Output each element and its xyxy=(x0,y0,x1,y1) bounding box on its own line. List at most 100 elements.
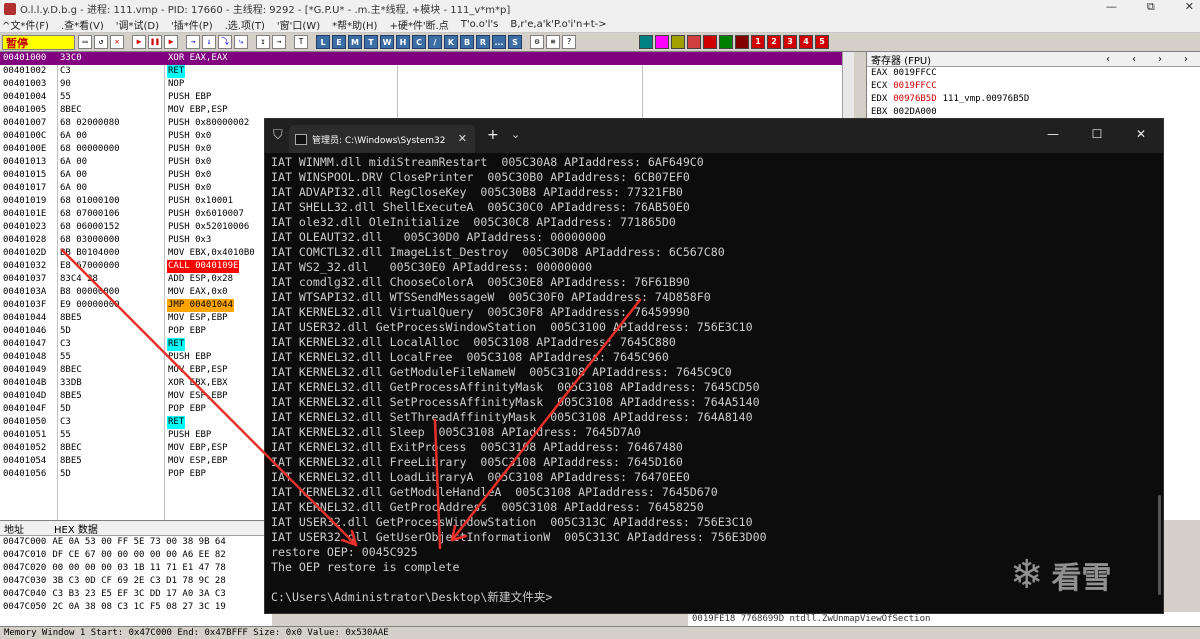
olly-close-button[interactable]: ✕ xyxy=(1185,0,1194,14)
menu-options[interactable]: .选.项(T) xyxy=(225,17,265,32)
menu-file[interactable]: ^文*件(F) xyxy=(2,17,49,32)
disasm-instruction: NOP xyxy=(168,79,185,89)
list-icon[interactable]: ≡ xyxy=(546,35,560,49)
hex-row[interactable]: 0047C030 3B C3 0D CF 69 2E C3 D1 78 9C 28 xyxy=(0,575,272,588)
bookmark-1[interactable]: 1 xyxy=(751,35,765,49)
step-into-icon[interactable]: → xyxy=(186,35,200,49)
plugin-icon-7[interactable] xyxy=(735,35,749,49)
animate-into-icon[interactable]: ⤵ xyxy=(218,35,232,49)
olly-restore-button[interactable]: ⧉ xyxy=(1147,0,1155,14)
tab-close-icon[interactable]: ✕ xyxy=(458,132,467,145)
tool-H-handles[interactable]: H xyxy=(396,35,410,49)
menu-debug[interactable]: '调*试(D) xyxy=(116,17,159,32)
disasm-address: 00401048 xyxy=(3,352,47,362)
tool-B-breakpoints[interactable]: B xyxy=(460,35,474,49)
olly-minimize-button[interactable]: — xyxy=(1106,0,1117,14)
menu-help[interactable]: *帮*助(H) xyxy=(332,17,377,32)
tool-E-modules[interactable]: E xyxy=(332,35,346,49)
pause-icon[interactable]: ❚❚ xyxy=(148,35,162,49)
tool-R-references[interactable]: R xyxy=(476,35,490,49)
tool-dots-trace[interactable]: ... xyxy=(492,35,506,49)
run-thread-icon[interactable]: ▶ xyxy=(164,35,178,49)
disasm-row[interactable]: 00401004 55 PUSH EBP xyxy=(0,91,842,104)
settings-icon[interactable]: ⚙ xyxy=(530,35,544,49)
disasm-row[interactable]: 00401003 90 NOP xyxy=(0,78,842,91)
tool-T-threads[interactable]: T xyxy=(364,35,378,49)
step-over-icon[interactable]: ↓ xyxy=(202,35,216,49)
disasm-instruction: PUSH EBP xyxy=(168,430,212,440)
disasm-instruction: MOV EAX,0x0 xyxy=(168,287,228,297)
terminal-window[interactable]: ⛉ 管理员: C:\Windows\System32 ✕ + ⌄ — ☐ ✕ I… xyxy=(264,118,1164,614)
animate-over-icon[interactable]: ⤷ xyxy=(234,35,248,49)
reg-prev-icon[interactable]: ‹ xyxy=(1106,54,1110,65)
terminal-tab[interactable]: 管理员: C:\Windows\System32 ✕ xyxy=(289,125,475,153)
disasm-row[interactable]: 00401002 C3 RET xyxy=(0,65,842,78)
hex-row[interactable]: 0047C040 C3 B3 23 E5 EF 3C DD 17 A0 3A C3 xyxy=(0,588,272,601)
hex-row[interactable]: 0047C020 00 00 00 00 03 1B 11 71 E1 47 78 xyxy=(0,562,272,575)
menu-breakpoint[interactable]: B,r'e,a'k'P.o'i'n+t-> xyxy=(510,19,606,30)
open-icon[interactable]: ▭ xyxy=(78,35,92,49)
terminal-line: IAT WINSPOOL.DRV ClosePrinter 005C30B0 A… xyxy=(271,170,690,184)
plugin-icon-2[interactable] xyxy=(655,35,669,49)
reg-next2-icon[interactable]: › xyxy=(1158,54,1162,65)
disasm-hex: BB B0104000 xyxy=(60,248,120,258)
tool-slash-patches[interactable]: / xyxy=(428,35,442,49)
disasm-address: 00401023 xyxy=(3,222,47,232)
menu-tools[interactable]: T'o.o'l's xyxy=(461,19,499,30)
reg-next-icon[interactable]: ‹ xyxy=(1132,54,1136,65)
terminal-tabbar: ⛉ 管理员: C:\Windows\System32 ✕ + ⌄ — ☐ ✕ xyxy=(265,119,1163,153)
plugin-icon-5[interactable] xyxy=(703,35,717,49)
hex-row[interactable]: 0047C010 DF CE 67 00 00 00 00 00 A6 EE 82 xyxy=(0,549,272,562)
bookmark-5[interactable]: 5 xyxy=(815,35,829,49)
close-program-icon[interactable]: ✕ xyxy=(110,35,124,49)
disasm-hex: 55 xyxy=(60,430,71,440)
tool-K-callstack[interactable]: K xyxy=(444,35,458,49)
goto-icon[interactable]: → xyxy=(272,35,286,49)
disasm-address: 00401028 xyxy=(3,235,47,245)
hex-row[interactable]: 0047C000 AE 0A 53 00 FF 5E 73 00 38 9B 64 xyxy=(0,536,272,549)
disasm-instruction: MOV ESP,EBP xyxy=(168,456,228,466)
tab-dropdown-button[interactable]: ⌄ xyxy=(511,128,520,141)
help-icon[interactable]: ? xyxy=(562,35,576,49)
menu-plugins[interactable]: '插*件(P) xyxy=(171,17,213,32)
terminal-close-button[interactable]: ✕ xyxy=(1119,119,1163,149)
terminal-scrollbar[interactable] xyxy=(1157,155,1161,611)
register-row[interactable]: EDX 00976B5D 111_vmp.00976B5D xyxy=(867,93,1200,106)
terminal-output[interactable]: IAT WINMM.dll midiStreamRestart 005C30A8… xyxy=(271,155,1131,611)
hex-dump-pane[interactable]: 地址 HEX 数据 0047C000 AE 0A 53 00 FF 5E 73 0… xyxy=(0,520,272,626)
tool-L-log[interactable]: L xyxy=(316,35,330,49)
trace-icon[interactable]: T xyxy=(294,35,308,49)
menu-view[interactable]: .查*看(V) xyxy=(61,17,104,32)
terminal-minimize-button[interactable]: — xyxy=(1031,119,1075,149)
plugin-icon-6[interactable] xyxy=(719,35,733,49)
reg-last-icon[interactable]: › xyxy=(1184,54,1188,65)
disasm-address: 00401044 xyxy=(3,313,47,323)
tool-W-windows[interactable]: W xyxy=(380,35,394,49)
terminal-line: The OEP restore is complete xyxy=(271,560,460,574)
plugin-icon-1[interactable] xyxy=(639,35,653,49)
new-tab-button[interactable]: + xyxy=(487,127,499,143)
stack-pane[interactable]: 0019FE18 7768699D ntdll.ZwUnmapViewOfSec… xyxy=(688,612,1200,626)
hex-row[interactable]: 0047C050 2C 0A 38 08 C3 1C F5 08 27 3C 19 xyxy=(0,601,272,614)
disasm-instruction: MOV EBX,0x4010B0 xyxy=(168,248,255,258)
tool-M-memory[interactable]: M xyxy=(348,35,362,49)
disasm-row[interactable]: 00401005 8BEC MOV EBP,ESP xyxy=(0,104,842,117)
disasm-row[interactable]: 00401000 33C0 XOR EAX,EAX xyxy=(0,52,842,65)
restart-icon[interactable]: ↺ xyxy=(94,35,108,49)
plugin-icon-3[interactable] xyxy=(671,35,685,49)
run-icon[interactable]: ▶ xyxy=(132,35,146,49)
bookmark-3[interactable]: 3 xyxy=(783,35,797,49)
bookmark-2[interactable]: 2 xyxy=(767,35,781,49)
tool-S-source[interactable]: S xyxy=(508,35,522,49)
plugin-icon-4[interactable] xyxy=(687,35,701,49)
menu-window[interactable]: '窗'口(W) xyxy=(277,17,320,32)
menu-hw-breakpoints[interactable]: +硬*件'断.点 xyxy=(389,17,448,32)
bookmark-4[interactable]: 4 xyxy=(799,35,813,49)
execute-till-return-icon[interactable]: ↧ xyxy=(256,35,270,49)
disasm-instruction: PUSH 0x10001 xyxy=(168,196,234,206)
tool-C-cpu[interactable]: C xyxy=(412,35,426,49)
register-comment: 111_vmp.00976B5D xyxy=(942,94,1030,104)
register-row[interactable]: EAX 0019FFCC xyxy=(867,67,1200,80)
register-row[interactable]: ECX 0019FFCC xyxy=(867,80,1200,93)
terminal-maximize-button[interactable]: ☐ xyxy=(1075,119,1119,149)
